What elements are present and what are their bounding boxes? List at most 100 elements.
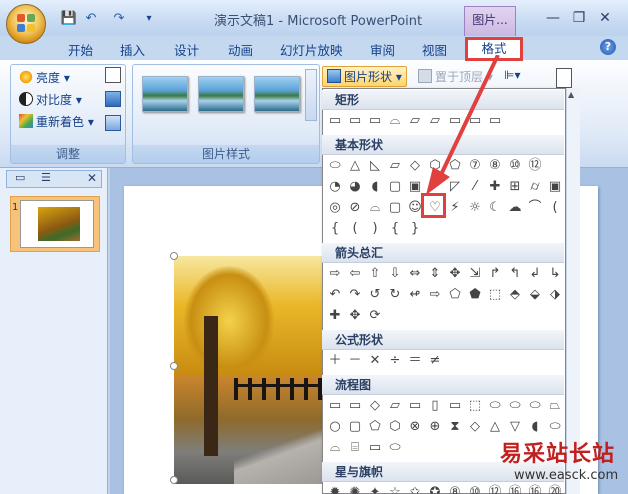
tab-animation[interactable]: 动画: [228, 40, 253, 59]
shape-option[interactable]: ◖: [526, 418, 544, 436]
shape-option[interactable]: ↱: [486, 265, 504, 283]
shape-option[interactable]: ▭: [366, 439, 384, 457]
shape-option[interactable]: ⬚: [466, 397, 484, 415]
shape-option[interactable]: ⌸: [346, 439, 364, 457]
shape-option[interactable]: ✺: [346, 484, 364, 494]
shape-option[interactable]: ⌓: [386, 112, 404, 130]
tab-slideshow[interactable]: 幻灯片放映: [280, 40, 343, 59]
shape-option[interactable]: ＋: [326, 352, 344, 370]
shape-option[interactable]: ✪: [426, 484, 444, 494]
shape-option[interactable]: ⬙: [526, 286, 544, 304]
shape-option[interactable]: ⬚: [486, 286, 504, 304]
shape-option[interactable]: }: [406, 220, 424, 238]
shape-option[interactable]: ＝: [406, 352, 424, 370]
shape-option[interactable]: ⬠: [366, 418, 384, 436]
shape-option[interactable]: ⇨: [326, 265, 344, 283]
shape-option[interactable]: ▭: [346, 397, 364, 415]
shape-option[interactable]: ⇧: [366, 265, 384, 283]
shape-option[interactable]: ⇨: [426, 286, 444, 304]
resize-handle-bl[interactable]: [170, 476, 178, 484]
outline-tab[interactable]: ☰: [41, 171, 51, 184]
shape-option[interactable]: ▭: [406, 397, 424, 415]
shape-option[interactable]: ⇲: [466, 265, 484, 283]
shape-option[interactable]: ⇩: [386, 265, 404, 283]
shape-option[interactable]: ✥: [346, 307, 364, 325]
shape-option[interactable]: ⧗: [446, 418, 464, 436]
shape-option[interactable]: ≠: [426, 352, 444, 370]
shape-option[interactable]: ⬠: [446, 286, 464, 304]
tab-review[interactable]: 审阅: [370, 40, 395, 59]
shape-option[interactable]: ⇕: [426, 265, 444, 283]
shape-option[interactable]: ⬘: [506, 286, 524, 304]
picture-shape-button[interactable]: 图片形状 ▾: [322, 66, 407, 87]
picture-style-thumb-3[interactable]: [254, 76, 300, 112]
shape-option[interactable]: ▭: [326, 397, 344, 415]
shape-option[interactable]: ◔: [326, 178, 344, 196]
redo-icon[interactable]: ↷: [110, 10, 128, 28]
shape-option[interactable]: ◇: [466, 418, 484, 436]
shape-option[interactable]: ◖: [366, 178, 384, 196]
shape-option[interactable]: ○: [326, 418, 344, 436]
shape-option[interactable]: ✚: [326, 307, 344, 325]
shape-option[interactable]: {: [386, 220, 404, 238]
shape-option[interactable]: ▢: [346, 418, 364, 436]
shape-option[interactable]: ↺: [366, 286, 384, 304]
shape-option[interactable]: ⬭: [486, 397, 504, 415]
styles-scroll-button[interactable]: [305, 69, 317, 121]
shape-option[interactable]: ⬭: [526, 397, 544, 415]
office-button[interactable]: [6, 4, 46, 44]
shape-option[interactable]: ⌓: [366, 199, 384, 217]
shape-option[interactable]: ⬭: [326, 157, 344, 175]
shape-option[interactable]: ◇: [366, 397, 384, 415]
picture-style-thumb-2[interactable]: [198, 76, 244, 112]
shape-option[interactable]: ✩: [406, 484, 424, 494]
shape-option[interactable]: ⑩: [466, 484, 484, 494]
picture-tools-context-tab[interactable]: 图片...: [464, 6, 516, 36]
help-icon[interactable]: ?: [600, 39, 616, 55]
shape-option[interactable]: ▭: [446, 397, 464, 415]
change-picture-icon[interactable]: [105, 91, 121, 107]
resize-handle-tl[interactable]: [170, 252, 178, 260]
shape-option[interactable]: ⟳: [366, 307, 384, 325]
shape-option[interactable]: ⬭: [506, 397, 524, 415]
recolor-button[interactable]: 重新着色 ▾: [19, 113, 94, 130]
shape-option[interactable]: ▱: [386, 157, 404, 175]
brightness-button[interactable]: 亮度 ▾: [19, 69, 70, 86]
resize-handle-ml[interactable]: [170, 362, 178, 370]
save-icon[interactable]: 💾: [60, 10, 78, 28]
pane-close-icon[interactable]: ✕: [87, 171, 97, 185]
shape-option[interactable]: ◎: [326, 199, 344, 217]
shape-option[interactable]: ): [366, 220, 384, 238]
shape-option[interactable]: ⬟: [466, 286, 484, 304]
shape-option[interactable]: △: [486, 418, 504, 436]
shape-option[interactable]: ◺: [366, 157, 384, 175]
shape-option[interactable]: ▣: [546, 178, 564, 196]
shape-option[interactable]: ▢: [386, 178, 404, 196]
contrast-button[interactable]: 对比度 ▾: [19, 91, 82, 108]
crop-icon[interactable]: [556, 68, 572, 88]
shape-option[interactable]: △: [346, 157, 364, 175]
shape-option[interactable]: ↻: [386, 286, 404, 304]
restore-button[interactable]: ❐: [568, 8, 590, 28]
shape-option[interactable]: ↰: [506, 265, 524, 283]
minimize-button[interactable]: —: [542, 8, 564, 28]
gallery-scrollbar[interactable]: ▲: [566, 88, 580, 494]
shape-option[interactable]: ▯: [426, 397, 444, 415]
tab-insert[interactable]: 插入: [120, 40, 145, 59]
shape-option[interactable]: ⊕: [426, 418, 444, 436]
shape-option[interactable]: ◕: [346, 178, 364, 196]
shape-option[interactable]: ✹: [326, 484, 344, 494]
close-button[interactable]: ✕: [594, 8, 616, 28]
scroll-up-icon[interactable]: ▲: [568, 90, 579, 99]
shape-option[interactable]: ▭: [346, 112, 364, 130]
shape-option[interactable]: ⌓: [326, 439, 344, 457]
shape-option[interactable]: ✕: [366, 352, 384, 370]
shape-option[interactable]: ⬡: [386, 418, 404, 436]
shape-option[interactable]: (: [546, 199, 564, 217]
reset-picture-icon[interactable]: [105, 115, 121, 131]
shape-option[interactable]: ⊘: [346, 199, 364, 217]
shape-option[interactable]: ✥: [446, 265, 464, 283]
shape-option[interactable]: ⊗: [406, 418, 424, 436]
shape-option[interactable]: －: [346, 352, 364, 370]
qat-customize-icon[interactable]: ▾: [140, 10, 158, 28]
